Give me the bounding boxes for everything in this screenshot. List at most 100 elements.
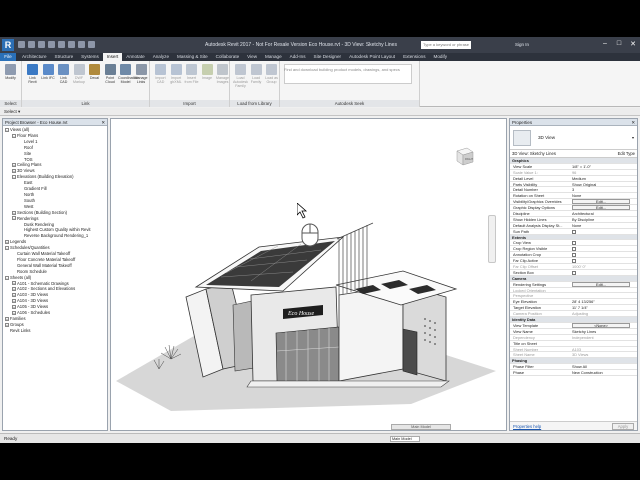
tab-extensions[interactable]: Extensions [399,53,429,61]
navigation-bar[interactable] [488,215,496,263]
tab-architecture[interactable]: Architecture [18,53,51,61]
import-cad-button[interactable]: Import CAD [153,64,168,84]
tab-insert[interactable]: Insert [102,53,123,61]
tree-item-label: Families [10,316,26,321]
load-as-group-button[interactable]: Load as Group [264,64,279,84]
ribbon-button-label: DWF Markup [73,76,85,84]
close-button[interactable]: ✕ [629,40,637,48]
expand-icon[interactable]: + [12,293,16,298]
coordination-model-button[interactable]: Coordination Model [118,64,138,84]
revit-logo-icon[interactable]: R [2,39,14,51]
expand-icon[interactable]: + [12,305,16,310]
tab-manage[interactable]: Manage [261,53,286,61]
select-dropdown[interactable]: Select ▾ [4,109,20,115]
collapse-icon[interactable]: − [12,175,16,180]
tab-annotate[interactable]: Annotate [122,53,148,61]
property-value[interactable]: New Construction [572,370,636,376]
maximize-button[interactable]: □ [615,40,623,48]
tab-file[interactable]: File [0,53,16,61]
point-cloud-button[interactable]: Point Cloud [103,64,118,84]
print-icon[interactable] [58,41,65,48]
tree-item-label: Reverse Background Rendering_1 [24,233,89,239]
tab-collaborate[interactable]: Collaborate [212,53,244,61]
decal-button[interactable]: Decal [87,64,102,80]
insert-from-file-icon [186,64,197,75]
tab-site-designer[interactable]: Site Designer [310,53,346,61]
property-checkbox[interactable] [572,241,576,246]
tree-item-label: A103 - 3D Views [17,292,49,298]
expand-icon[interactable]: + [5,316,9,321]
link-revit-button[interactable]: Link Revit [25,64,40,84]
tree-item[interactable]: Revit Links [5,328,107,334]
active-model-select[interactable]: Main Model [390,436,420,442]
expand-icon[interactable]: + [12,281,16,286]
collapse-icon[interactable]: − [5,246,9,251]
expand-icon[interactable]: + [12,169,16,174]
tab-analyze[interactable]: Analyze [149,53,173,61]
tab-add-ins[interactable]: Add-Ins [286,53,310,61]
undo-icon[interactable] [38,41,45,48]
expand-icon[interactable]: + [12,163,16,168]
tab-structure[interactable]: Structure [51,53,78,61]
tab-autodesk-point-layout[interactable]: Autodesk Point Layout [345,53,399,61]
save-icon[interactable] [28,41,35,48]
property-edit-button[interactable]: <None> [572,322,630,328]
properties-help-link[interactable]: Properties help [513,422,541,430]
property-edit-button[interactable]: Edit... [572,205,630,211]
sign-in-button[interactable]: Sign In [515,42,529,47]
property-checkbox[interactable] [572,229,576,234]
model-select-bar[interactable]: Main Model [391,424,451,430]
property-checkbox[interactable] [572,270,576,275]
expand-icon[interactable]: + [5,240,9,245]
property-checkbox[interactable] [572,253,576,258]
open-icon[interactable] [18,41,25,48]
dwf-markup-button[interactable]: DWF Markup [72,64,87,84]
measure-icon[interactable] [68,41,75,48]
insert-from-file-button[interactable]: Insert from File [184,64,199,84]
drawing-area-3d-view[interactable]: Eco House RIGHT Main Model [110,118,507,431]
collapse-icon[interactable]: − [12,216,16,221]
manage-links-button[interactable]: Manage Links [134,64,149,84]
apply-button[interactable]: Apply [612,423,634,430]
expand-icon[interactable]: + [5,322,9,327]
search-input[interactable]: Type a keyword or phrase [421,41,471,49]
link-cad-button[interactable]: Link CAD [56,64,71,84]
redo-icon[interactable] [48,41,55,48]
sync-icon[interactable] [88,41,95,48]
instance-filter[interactable]: 3D View: Sketchy Lines Edit Type [510,150,637,158]
expand-icon[interactable]: + [12,310,16,315]
manage-images-button[interactable]: Manage Images [215,64,230,84]
expand-icon[interactable]: + [12,299,16,304]
viewcube-icon[interactable]: RIGHT [454,145,476,167]
type-selector[interactable]: 3D View ▾ [510,126,637,150]
collapse-icon[interactable]: − [12,133,16,138]
tab-systems[interactable]: Systems [77,53,103,61]
3d-view-icon[interactable] [78,41,85,48]
window-title: Autodesk Revit 2017 - Not For Resale Ver… [205,42,397,48]
property-edit-button[interactable]: Edit... [572,199,630,205]
property-checkbox[interactable] [572,247,576,252]
link-ifc-button[interactable]: Link IFC [41,64,56,80]
model-select[interactable]: Main Model [411,425,431,429]
property-row[interactable]: Phase New Construction [510,370,637,376]
tab-view[interactable]: View [243,53,261,61]
collapse-icon[interactable]: − [5,275,9,280]
import-gbxml-button[interactable]: Import gbXML [169,64,184,84]
tab-modify[interactable]: Modify [430,53,452,61]
minimize-button[interactable]: – [601,40,609,48]
chevron-down-icon[interactable]: ▾ [632,135,634,140]
close-icon[interactable]: ✕ [101,119,105,126]
property-edit-button[interactable]: Edit... [572,281,630,287]
close-icon[interactable]: ✕ [631,119,635,126]
expand-icon[interactable]: + [12,210,16,215]
modify-button[interactable]: Modify [3,64,18,80]
image-button[interactable]: Image [200,64,215,80]
load-autodesk-family-button[interactable]: Load Autodesk Family [233,64,248,88]
expand-icon[interactable]: + [12,287,16,292]
tab-massing-site[interactable]: Massing & Site [173,53,212,61]
edit-type-button[interactable]: Edit Type [618,150,635,158]
ribbon-button-label: Modify [5,76,16,80]
load-family-button[interactable]: Load Family [249,64,264,84]
collapse-icon[interactable]: − [5,127,9,132]
property-checkbox[interactable] [572,259,576,264]
